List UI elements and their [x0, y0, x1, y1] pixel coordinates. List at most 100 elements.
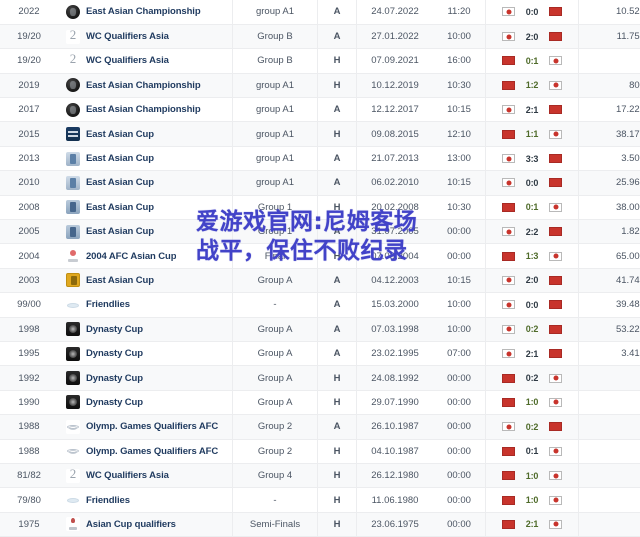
cell-result[interactable]: 0:0 — [485, 170, 579, 196]
competition-link[interactable]: Olymp. Games Qualifiers AFC — [86, 446, 218, 457]
cell-result[interactable]: 0:2 — [485, 317, 579, 342]
score-label[interactable]: 1:0 — [521, 495, 543, 505]
competition-link[interactable]: WC Qualifiers Asia — [86, 470, 169, 481]
score-label[interactable]: 0:1 — [521, 56, 543, 66]
competition-link[interactable]: Asian Cup qualifiers — [86, 519, 176, 530]
cell-result[interactable]: 1:2 — [485, 73, 579, 99]
table-row[interactable]: 1990 Dynasty Cup Group A H 29.07.1990 00:00 1:… — [0, 390, 640, 416]
cell-competition[interactable]: WC Qualifiers Asia — [58, 463, 233, 489]
cell-competition[interactable]: Dynasty Cup — [58, 365, 233, 391]
table-row[interactable]: 1998 Dynasty Cup Group A A 07.03.1998 10:00 0:… — [0, 317, 640, 342]
table-row[interactable]: 2022 East Asian Championship group A1 A 24.0… — [0, 0, 640, 25]
cell-result[interactable]: 2:1 — [485, 97, 579, 123]
cell-competition[interactable]: Olymp. Games Qualifiers AFC — [58, 414, 233, 440]
table-row[interactable]: 1988 Olymp. Games Qualifiers AFC Group 2A2… — [0, 414, 640, 440]
cell-competition[interactable]: 2004 AFC Asian Cup — [58, 243, 233, 269]
score-label[interactable]: 0:2 — [521, 422, 543, 432]
cell-competition[interactable]: Dynasty Cup — [58, 317, 233, 342]
cell-competition[interactable]: East Asian Championship — [58, 97, 233, 123]
table-row[interactable]: 2008 East Asian Cup Group 1 H 20.02.2008 10:3… — [0, 195, 640, 221]
cell-competition[interactable]: Olymp. Games Qualifiers AFC — [58, 439, 233, 464]
competition-link[interactable]: East Asian Cup — [86, 153, 154, 164]
competition-link[interactable]: 2004 AFC Asian Cup — [86, 251, 176, 262]
cell-result[interactable]: 2:0 — [485, 24, 579, 50]
cell-competition[interactable]: Dynasty Cup — [58, 390, 233, 416]
competition-link[interactable]: East Asian Championship — [86, 80, 201, 91]
cell-competition[interactable]: Dynasty Cup — [58, 341, 233, 367]
table-row[interactable]: 1975 Asian Cup qualifiers Semi-Finals H 23.0… — [0, 512, 640, 537]
score-label[interactable]: 0:0 — [521, 7, 543, 17]
table-row[interactable]: 1992 Dynasty Cup Group A H 24.08.1992 00:00 0:… — [0, 365, 640, 391]
table-row[interactable]: 79/80Friendlies-H11.06.198000:001:0- — [0, 487, 640, 513]
competition-link[interactable]: Friendlies — [86, 495, 130, 506]
table-row[interactable]: 19/20 WC Qualifiers Asia Group BA27.01.202… — [0, 24, 640, 50]
table-row[interactable]: 1995 Dynasty Cup Group A A 23.02.1995 07:00 2:… — [0, 341, 640, 367]
competition-link[interactable]: East Asian Cup — [86, 275, 154, 286]
cell-result[interactable]: 0:2 — [485, 414, 579, 440]
score-label[interactable]: 1:3 — [521, 251, 543, 261]
table-row[interactable]: 2019 East Asian Championship group A1 H 10.1… — [0, 73, 640, 99]
score-label[interactable]: 1:2 — [521, 80, 543, 90]
table-row[interactable]: 2013 East Asian Cup group A1 A 21.07.2013 13:… — [0, 146, 640, 172]
cell-result[interactable]: 0:0 — [485, 292, 579, 318]
competition-link[interactable]: East Asian Championship — [86, 104, 201, 115]
competition-link[interactable]: Dynasty Cup — [86, 348, 143, 359]
cell-competition[interactable]: Friendlies — [58, 487, 233, 513]
score-label[interactable]: 0:1 — [521, 202, 543, 212]
score-label[interactable]: 1:0 — [521, 471, 543, 481]
table-row[interactable]: 2010 East Asian Cup group A1 A 06.02.2010 10:… — [0, 170, 640, 196]
cell-result[interactable]: 1:0 — [485, 487, 579, 513]
competition-link[interactable]: East Asian Cup — [86, 177, 154, 188]
score-label[interactable]: 0:2 — [521, 373, 543, 383]
score-label[interactable]: 2:1 — [521, 349, 543, 359]
cell-competition[interactable]: Friendlies — [58, 292, 233, 318]
score-label[interactable]: 1:1 — [521, 129, 543, 139]
cell-result[interactable]: 1:0 — [485, 463, 579, 489]
cell-result[interactable]: 1:1 — [485, 121, 579, 147]
cell-competition[interactable]: East Asian Cup — [58, 121, 233, 147]
competition-link[interactable]: East Asian Cup — [86, 226, 154, 237]
competition-link[interactable]: East Asian Championship — [86, 6, 201, 17]
cell-result[interactable]: 2:1 — [485, 341, 579, 367]
cell-result[interactable]: 0:1 — [485, 195, 579, 221]
score-label[interactable]: 2:1 — [521, 519, 543, 529]
score-label[interactable]: 0:2 — [521, 324, 543, 334]
score-label[interactable]: 3:3 — [521, 154, 543, 164]
competition-link[interactable]: Dynasty Cup — [86, 324, 143, 335]
cell-result[interactable]: 2:2 — [485, 219, 579, 245]
cell-competition[interactable]: East Asian Championship — [58, 0, 233, 25]
table-row[interactable]: 19/20 WC Qualifiers Asia Group BH07.09.202… — [0, 48, 640, 74]
cell-competition[interactable]: Asian Cup qualifiers — [58, 512, 233, 537]
score-label[interactable]: 0:0 — [521, 178, 543, 188]
cell-competition[interactable]: East Asian Championship — [58, 73, 233, 99]
score-label[interactable]: 2:0 — [521, 275, 543, 285]
cell-result[interactable]: 1:0 — [485, 390, 579, 416]
score-label[interactable]: 0:0 — [521, 300, 543, 310]
cell-competition[interactable]: East Asian Cup — [58, 195, 233, 221]
cell-result[interactable]: 1:3 — [485, 243, 579, 269]
score-label[interactable]: 1:0 — [521, 397, 543, 407]
table-row[interactable]: 1988 Olymp. Games Qualifiers AFC Group 2H0… — [0, 439, 640, 464]
cell-competition[interactable]: East Asian Cup — [58, 268, 233, 294]
cell-result[interactable]: 2:0 — [485, 268, 579, 294]
competition-link[interactable]: Olymp. Games Qualifiers AFC — [86, 421, 218, 432]
competition-link[interactable]: East Asian Cup — [86, 202, 154, 213]
score-label[interactable]: 0:1 — [521, 446, 543, 456]
score-label[interactable]: 2:0 — [521, 32, 543, 42]
table-row[interactable]: 2004 2004 AFC Asian Cup Final H 07.08.2004 00… — [0, 243, 640, 269]
score-label[interactable]: 2:1 — [521, 105, 543, 115]
table-row[interactable]: 2005 East Asian Cup Group 1 A 31.07.2005 00:0… — [0, 219, 640, 245]
cell-competition[interactable]: WC Qualifiers Asia — [58, 48, 233, 74]
cell-result[interactable]: 0:1 — [485, 48, 579, 74]
cell-result[interactable]: 3:3 — [485, 146, 579, 172]
cell-result[interactable]: 0:2 — [485, 365, 579, 391]
cell-competition[interactable]: East Asian Cup — [58, 219, 233, 245]
cell-competition[interactable]: East Asian Cup — [58, 146, 233, 172]
table-row[interactable]: 99/00 Friendlies - A 15.03.2000 10:00 0:0 39.48… — [0, 292, 640, 318]
competition-link[interactable]: WC Qualifiers Asia — [86, 31, 169, 42]
cell-result[interactable]: 0:1 — [485, 439, 579, 464]
cell-result[interactable]: 0:0 — [485, 0, 579, 25]
cell-result[interactable]: 2:1 — [485, 512, 579, 537]
competition-link[interactable]: Dynasty Cup — [86, 373, 143, 384]
competition-link[interactable]: Friendlies — [86, 299, 130, 310]
